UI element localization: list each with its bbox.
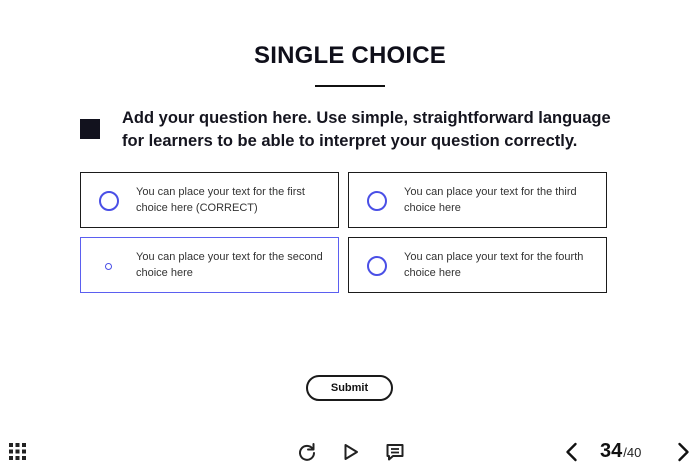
play-icon[interactable] [341,442,361,462]
chevron-right-icon[interactable] [673,441,693,463]
chat-icon[interactable] [385,442,405,462]
choice-text: You can place your text for the first ch… [136,186,305,214]
radio-button[interactable] [99,191,119,211]
choice-option-4[interactable]: You can place your text for the fourth c… [348,237,607,293]
submit-button[interactable]: Submit [306,375,393,401]
chevron-left-icon[interactable] [562,441,582,463]
grid-icon[interactable] [9,443,26,460]
radio-button-selected[interactable] [105,263,112,270]
choice-text: You can place your text for the fourth c… [404,251,584,279]
page-total: 40 [626,445,642,460]
slide-title: SINGLE CHOICE [254,42,446,69]
choice-option-1[interactable]: You can place your text for the first ch… [80,172,339,228]
choice-text: You can place your text for the second c… [136,251,323,279]
choice-option-2[interactable]: You can place your text for the second c… [80,237,339,293]
page-counter: 34 / 40 [600,440,641,464]
title-underline [315,85,385,87]
question-marker [80,119,100,139]
reload-icon[interactable] [297,442,317,462]
radio-button[interactable] [367,256,387,276]
question-text: Add your question here. Use simple, stra… [122,109,611,150]
radio-button[interactable] [367,191,387,211]
choice-option-3[interactable]: You can place your text for the third ch… [348,172,607,228]
page-current: 34 [600,440,623,462]
choice-text: You can place your text for the third ch… [404,186,577,214]
